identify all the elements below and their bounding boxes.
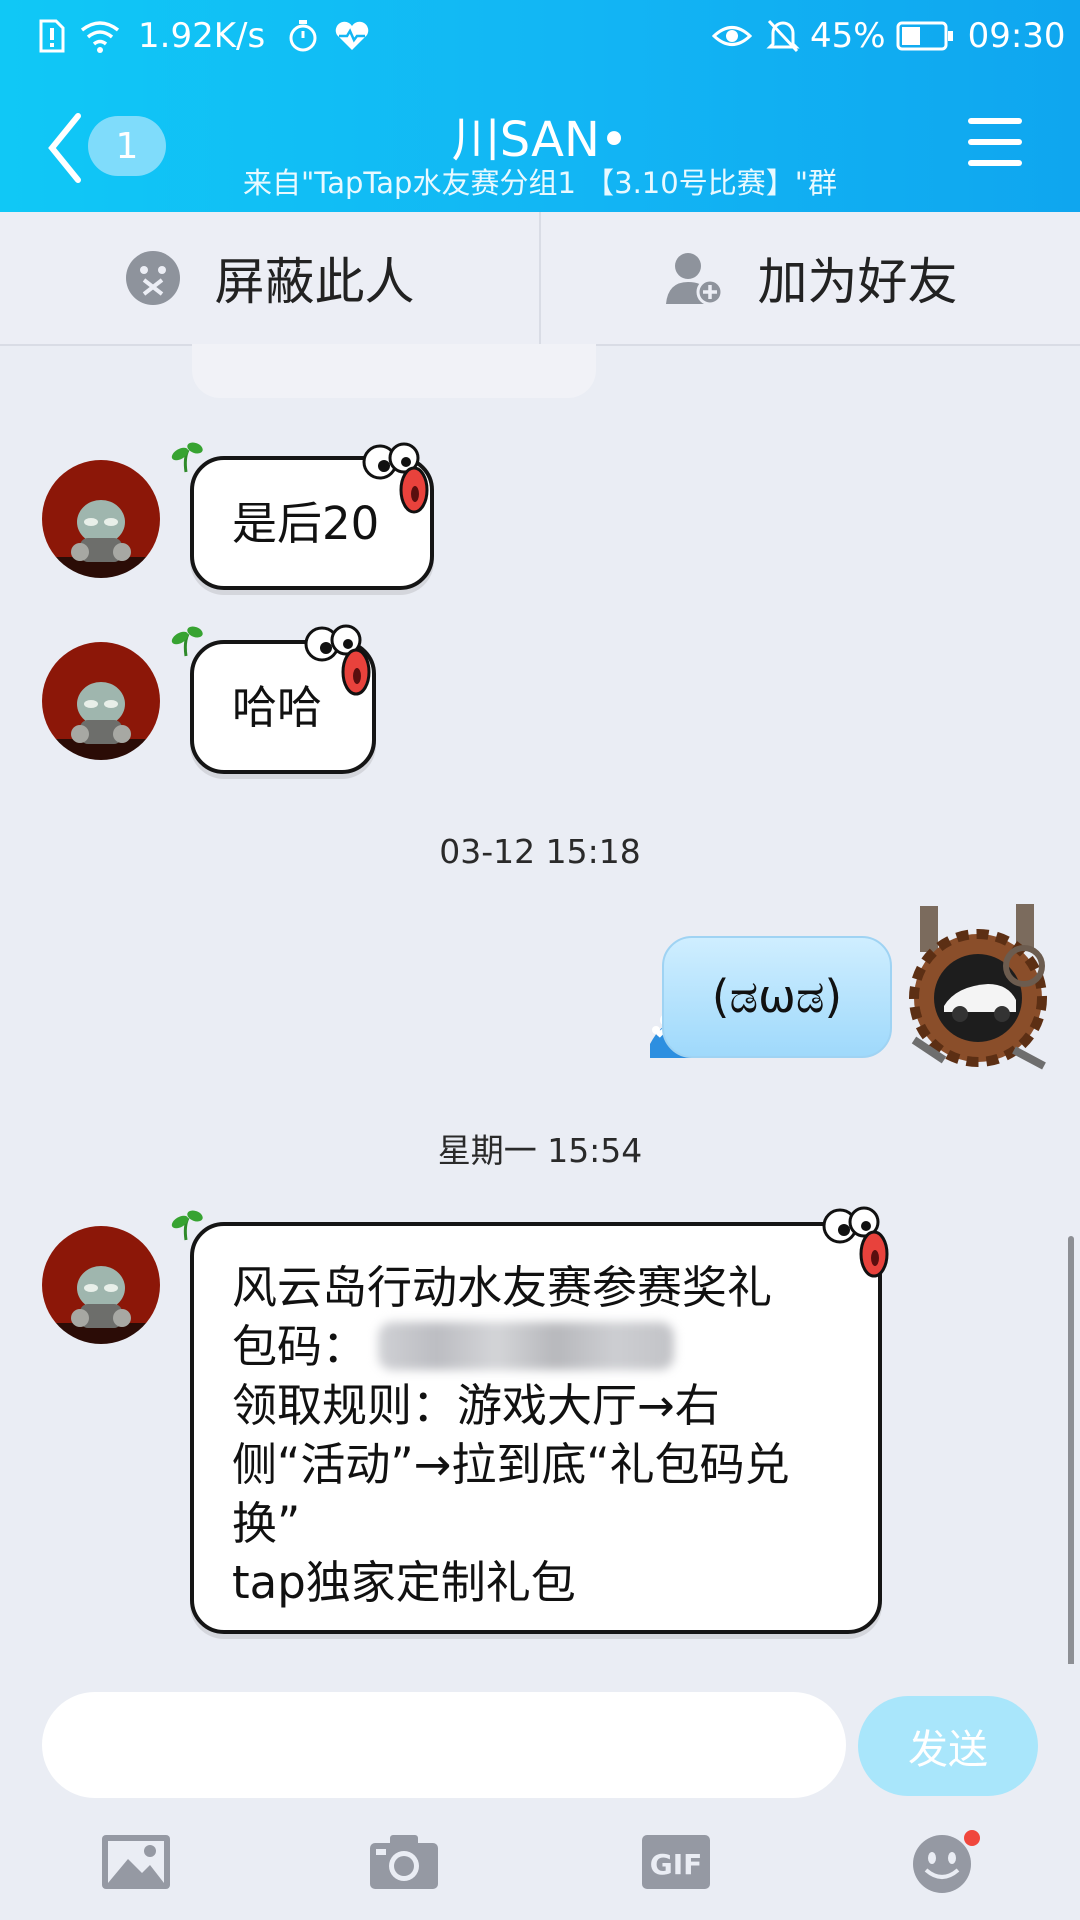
- network-speed: 1.92K/s: [138, 16, 266, 56]
- googly-eyes-decoration-icon: [362, 442, 429, 514]
- stopwatch-icon: [289, 20, 317, 52]
- battery-percent: 45%: [810, 16, 886, 56]
- message-line: tap独家定制礼包: [232, 1556, 576, 1609]
- previous-message-bubble: [192, 344, 596, 398]
- add-friend-label: 加为好友: [757, 253, 958, 311]
- composer: 发送 GIF: [0, 1664, 1080, 1920]
- clock: 09:30: [967, 16, 1066, 56]
- svg-text:GIF: GIF: [650, 1848, 703, 1881]
- message-timestamp: 星期一 15:54: [437, 1131, 643, 1170]
- emoji-icon[interactable]: [904, 1830, 984, 1894]
- sim-alert-icon: [39, 19, 65, 53]
- add-friend-icon: [664, 250, 724, 306]
- mute-bell-icon: [766, 19, 800, 53]
- sender-avatar[interactable]: [42, 460, 160, 578]
- sent-message-bubble[interactable]: (ಡωಡ): [662, 936, 892, 1058]
- block-face-icon: [125, 250, 181, 306]
- message-line: 换”: [232, 1497, 301, 1550]
- image-icon[interactable]: [96, 1830, 176, 1894]
- message-line: 风云岛行动水友赛参赛奖礼: [232, 1261, 773, 1314]
- battery-icon: [896, 21, 953, 51]
- sender-avatar[interactable]: [42, 1226, 160, 1344]
- block-user-button[interactable]: 屏蔽此人: [0, 212, 541, 344]
- message-timestamp: 03-12 15:18: [439, 832, 641, 871]
- status-left: 1.92K/s: [38, 16, 371, 56]
- redacted-gift-code: [378, 1322, 674, 1370]
- add-friend-button[interactable]: 加为好友: [541, 212, 1080, 344]
- gif-icon[interactable]: GIF: [636, 1830, 716, 1894]
- camera-icon[interactable]: [364, 1830, 444, 1894]
- eye-comfort-icon: [712, 26, 752, 46]
- squidward-mask-avatar-image: [71, 500, 131, 562]
- stranger-action-bar: 屏蔽此人 加为好友: [0, 212, 1080, 346]
- squidward-mask-avatar-image: [71, 682, 131, 744]
- googly-eyes-decoration-icon: [304, 624, 371, 696]
- car-gear-avatar-image[interactable]: [904, 900, 1052, 1070]
- squidward-mask-avatar-image: [71, 1266, 131, 1328]
- notification-dot: [964, 1830, 980, 1846]
- block-user-label: 屏蔽此人: [214, 253, 415, 311]
- message-line: 侧“活动”→拉到底“礼包码兑: [232, 1438, 790, 1491]
- message-text: 风云岛行动水友赛参赛奖礼 包码： 领取规则：游戏大厅→右 侧“活动”→拉到底“礼…: [194, 1258, 878, 1612]
- chat-subtitle: 来自"TapTap水友赛分组1 【3.10号比赛】"群: [242, 166, 838, 200]
- scrollbar[interactable]: [1068, 1236, 1074, 1668]
- message-bubble[interactable]: 风云岛行动水友赛参赛奖礼 包码： 领取规则：游戏大厅→右 侧“活动”→拉到底“礼…: [190, 1222, 882, 1634]
- menu-icon[interactable]: [968, 118, 1022, 168]
- sent-message-text: (ಡωಡ): [711, 970, 843, 1023]
- message-line: 领取规则：游戏大厅→右: [232, 1379, 720, 1432]
- status-right: 45% 09:30: [712, 16, 1066, 56]
- health-heart-icon: [335, 21, 369, 50]
- status-bar: 1.92K/s 45% 09:30: [0, 0, 1080, 74]
- wifi-icon: [80, 21, 120, 53]
- sender-avatar[interactable]: [42, 642, 160, 760]
- message-input[interactable]: [42, 1692, 846, 1798]
- chat-header: 1.92K/s 45% 09:30 1 川SAN• 来自"TapTap水友赛分组…: [0, 0, 1080, 212]
- send-button[interactable]: 发送: [858, 1696, 1038, 1796]
- googly-eyes-decoration-icon: [822, 1206, 889, 1278]
